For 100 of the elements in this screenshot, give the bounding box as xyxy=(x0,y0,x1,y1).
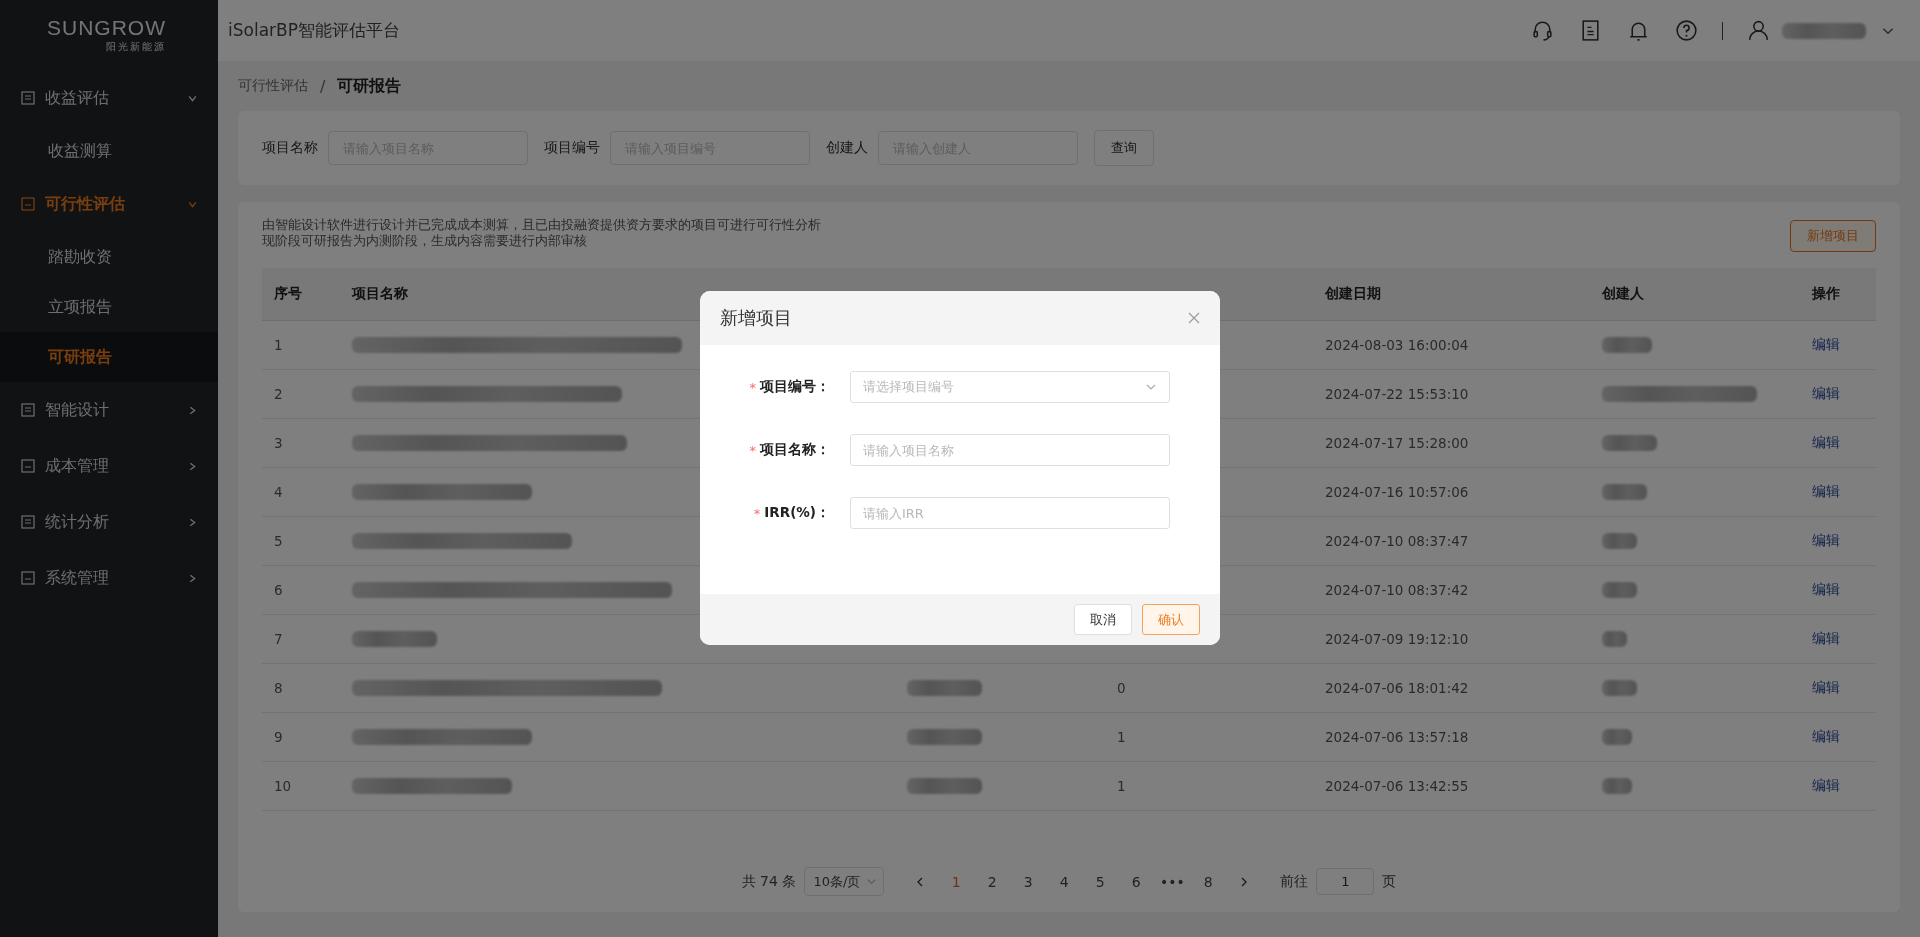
edit-link[interactable]: 编辑 xyxy=(1812,728,1840,746)
page-number[interactable]: 4 xyxy=(1046,873,1083,890)
field-label: 项目名称： xyxy=(760,441,830,459)
table-cell: 6 xyxy=(274,582,283,598)
add-project-button[interactable]: 新增项目 xyxy=(1790,220,1876,252)
table-cell: 1 xyxy=(1117,778,1126,794)
menu-item[interactable]: 成本管理 xyxy=(0,438,218,494)
page-number[interactable]: 1 xyxy=(938,873,975,890)
table-cell: 7 xyxy=(274,631,283,647)
field-label: 项目编号 xyxy=(544,139,600,157)
table-cell: 3 xyxy=(274,435,283,451)
edit-link[interactable]: 编辑 xyxy=(1812,532,1840,550)
redacted-text xyxy=(1602,631,1627,647)
menu-icon xyxy=(20,570,36,586)
chevron-icon xyxy=(866,876,878,887)
required-mark: * xyxy=(749,379,756,395)
breadcrumb-link[interactable]: 可行性评估 xyxy=(238,77,308,95)
table-cell: 2024-07-16 10:57:06 xyxy=(1325,484,1469,500)
edit-link[interactable]: 编辑 xyxy=(1812,434,1840,452)
chevron-icon xyxy=(187,516,198,528)
submenu-item[interactable]: 踏勘收资 xyxy=(0,232,218,282)
logo-wordmark: SUNGROW xyxy=(47,16,166,38)
required-mark: * xyxy=(753,505,761,521)
goto-label: 前往 xyxy=(1280,872,1309,891)
table-cell: 10 xyxy=(274,778,292,794)
redacted-text xyxy=(1602,533,1637,549)
chevron-icon xyxy=(187,572,198,584)
column-header: 创建人 xyxy=(1602,285,1644,303)
submenu-item[interactable]: 收益测算 xyxy=(0,126,218,176)
redacted-text xyxy=(1602,778,1632,794)
table-cell: 2024-07-22 15:53:10 xyxy=(1325,386,1469,402)
menu-item[interactable]: 统计分析 xyxy=(0,494,218,550)
table-cell: 2024-07-06 13:57:18 xyxy=(1325,729,1469,745)
edit-link[interactable]: 编辑 xyxy=(1812,630,1840,648)
column-header: 项目名称 xyxy=(352,285,408,303)
page-number[interactable]: ••• xyxy=(1154,873,1191,890)
table-cell: 0 xyxy=(1117,680,1126,696)
redacted-text xyxy=(1602,484,1647,500)
redacted-text xyxy=(1602,337,1652,353)
help-icon[interactable] xyxy=(1674,18,1699,43)
menu-icon xyxy=(20,458,36,474)
redacted-text xyxy=(1602,729,1632,745)
required-mark: * xyxy=(749,442,756,458)
table-cell: 2024-07-10 08:37:42 xyxy=(1325,582,1469,598)
input-field[interactable]: 请输入项目名称 xyxy=(850,434,1170,466)
table-cell: 9 xyxy=(274,729,283,745)
confirm-button[interactable]: 确认 xyxy=(1142,604,1200,635)
field-label: 创建人 xyxy=(826,139,868,157)
table-cell: 4 xyxy=(274,484,283,500)
page-size-select[interactable]: 10条/页 xyxy=(804,867,885,896)
menu-item[interactable]: 收益评估 xyxy=(0,70,218,126)
select-field[interactable]: 请选择项目编号 xyxy=(850,371,1170,403)
page-number[interactable]: 3 xyxy=(1010,873,1047,890)
page-number[interactable]: 5 xyxy=(1082,873,1119,890)
page-number[interactable]: 8 xyxy=(1190,873,1227,890)
field-label: 项目名称 xyxy=(262,139,318,157)
submenu-item[interactable]: 可研报告 xyxy=(0,332,218,382)
table-cell: 2024-08-03 16:00:04 xyxy=(1325,337,1469,353)
redacted-text xyxy=(1602,435,1657,451)
table-cell: 2024-07-17 15:28:00 xyxy=(1325,435,1469,451)
notice-text: 现阶段可研报告为内测阶段，生成内容需要进行内部审核 xyxy=(262,233,588,249)
edit-link[interactable]: 编辑 xyxy=(1812,581,1840,599)
cancel-button[interactable]: 取消 xyxy=(1074,604,1132,635)
column-header: 操作 xyxy=(1812,285,1840,303)
menu-item[interactable]: 智能设计 xyxy=(0,382,218,438)
table-cell: 2024-07-09 19:12:10 xyxy=(1325,631,1469,647)
table-cell: 2024-07-06 13:42:55 xyxy=(1325,778,1469,794)
modal-title: 新增项目 xyxy=(720,306,792,330)
notice-text: 由智能设计软件进行设计并已完成成本测算，且已由投融资提供资方要求的项目可进行可行性分析 xyxy=(262,217,821,233)
breadcrumb-current: 可研报告 xyxy=(337,75,402,97)
menu-icon xyxy=(20,402,36,418)
redacted-text xyxy=(1602,680,1637,696)
page-number[interactable]: 2 xyxy=(974,873,1011,890)
page-input[interactable]: 1 xyxy=(1316,868,1375,895)
headset-icon[interactable] xyxy=(1530,18,1555,43)
chevron-icon xyxy=(187,404,198,416)
edit-link[interactable]: 编辑 xyxy=(1812,336,1840,354)
edit-link[interactable]: 编辑 xyxy=(1812,385,1840,403)
total-count: 共 74 条 xyxy=(741,872,797,891)
edit-link[interactable]: 编辑 xyxy=(1812,679,1840,697)
page-number[interactable]: 6 xyxy=(1118,873,1155,890)
query-button[interactable]: 查询 xyxy=(1094,130,1154,166)
user-icon[interactable] xyxy=(1746,18,1771,43)
menu-item[interactable]: 系统管理 xyxy=(0,550,218,606)
page-unit: 页 xyxy=(1382,872,1397,891)
menu-icon xyxy=(20,90,36,106)
column-header: 创建日期 xyxy=(1325,285,1381,303)
field-label: 项目编号： xyxy=(760,378,830,396)
app-title: iSolarBP智能评估平台 xyxy=(228,19,401,42)
table-cell: 5 xyxy=(274,533,283,549)
table-cell: 2024-07-06 18:01:42 xyxy=(1325,680,1469,696)
edit-link[interactable]: 编辑 xyxy=(1812,483,1840,501)
submenu-item[interactable]: 立项报告 xyxy=(0,282,218,332)
logo-tagline: 阳光新能源 xyxy=(106,39,166,54)
edit-link[interactable]: 编辑 xyxy=(1812,777,1840,795)
menu-icon xyxy=(20,196,36,212)
close-icon[interactable] xyxy=(1188,312,1200,324)
menu-item[interactable]: 可行性评估 xyxy=(0,176,218,232)
menu-icon xyxy=(20,514,36,530)
input-field[interactable]: 请输入IRR xyxy=(850,497,1170,529)
